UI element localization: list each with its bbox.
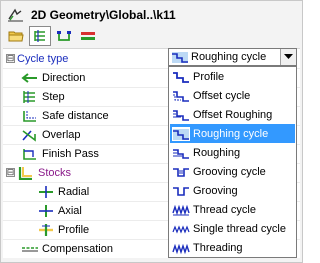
tree-row-compensation[interactable]: Compensation bbox=[21, 239, 113, 258]
dropdown-option-label: Offset cycle bbox=[193, 89, 251, 102]
dropdown-option-label: Threading bbox=[193, 241, 243, 254]
stocks-icon bbox=[18, 166, 32, 180]
tree-row-overlap[interactable]: Overlap bbox=[21, 125, 81, 144]
dropdown-option-grooving[interactable]: Grooving bbox=[170, 181, 295, 200]
title-bar: 2D Geometry\Global..\k11 bbox=[5, 5, 299, 25]
dropdown-option-offset-cycle[interactable]: Offset cycle bbox=[170, 86, 295, 105]
roughing-cycle-icon bbox=[172, 126, 190, 141]
tree-item-label: Profile bbox=[58, 223, 90, 236]
compensation-icon bbox=[22, 246, 38, 251]
dropdown-option-roughing-cycle[interactable]: Roughing cycle bbox=[170, 124, 295, 143]
tree-row-radial[interactable]: Radial bbox=[37, 182, 89, 201]
dropdown-option-label: Roughing bbox=[193, 146, 241, 159]
cycle-type-dropdown-list: Profile Offset cycle Offset Roughing Rou… bbox=[168, 66, 297, 258]
collapse-icon[interactable]: ⊟ bbox=[6, 168, 15, 177]
collapse-icon[interactable]: ⊟ bbox=[6, 54, 15, 63]
single-thread-cycle-icon bbox=[172, 224, 190, 234]
dropdown-option-roughing[interactable]: Roughing bbox=[170, 143, 295, 162]
tree-item-label: Overlap bbox=[42, 128, 81, 141]
dropdown-arrow-button[interactable] bbox=[280, 49, 296, 65]
tool-button[interactable] bbox=[77, 26, 99, 46]
radial-icon bbox=[39, 185, 53, 198]
offset-cycle-icon bbox=[173, 90, 189, 102]
thread-cycle-icon bbox=[172, 204, 190, 215]
dropdown-option-label: Single thread cycle bbox=[193, 222, 286, 235]
tree-item-label: Compensation bbox=[42, 242, 113, 255]
folder-button[interactable] bbox=[5, 26, 27, 46]
dropdown-option-label: Offset Roughing bbox=[193, 108, 273, 121]
toolbar bbox=[5, 26, 99, 46]
grooving-icon bbox=[173, 186, 189, 196]
combo-selected-value: Roughing cycle bbox=[191, 51, 267, 63]
tree-row-direction[interactable]: Direction bbox=[21, 68, 85, 87]
contour-icon bbox=[57, 31, 71, 41]
finish-pass-icon bbox=[23, 148, 36, 160]
dropdown-option-label: Roughing cycle bbox=[193, 127, 269, 140]
tree-row-cycle-type[interactable]: ⊟ Cycle type bbox=[6, 49, 68, 68]
tree-row-profile[interactable]: Profile bbox=[37, 220, 89, 239]
tree-item-label: Finish Pass bbox=[42, 147, 99, 160]
tree-row-step[interactable]: Step bbox=[21, 87, 65, 106]
dropdown-option-label: Profile bbox=[193, 70, 225, 83]
dropdown-option-label: Thread cycle bbox=[193, 203, 256, 216]
overlap-icon bbox=[22, 129, 36, 142]
cycle-type-combobox[interactable]: Roughing cycle bbox=[168, 48, 297, 66]
tree-row-finish-pass[interactable]: Finish Pass bbox=[21, 144, 99, 163]
tree-item-label: Step bbox=[42, 90, 65, 103]
dropdown-option-profile[interactable]: Profile bbox=[170, 67, 295, 86]
grooving-cycle-icon bbox=[173, 167, 189, 177]
profile-cycle-icon bbox=[173, 71, 189, 83]
window-title: 2D Geometry\Global..\k11 bbox=[31, 8, 176, 22]
dropdown-option-grooving-cycle[interactable]: Grooving cycle bbox=[170, 162, 295, 181]
parameters-button[interactable] bbox=[29, 26, 51, 46]
roughing-icon bbox=[173, 148, 189, 159]
roughing-cycle-icon bbox=[172, 52, 188, 63]
tree-item-label: Radial bbox=[58, 185, 90, 198]
dropdown-option-label: Grooving bbox=[193, 184, 238, 197]
axial-icon bbox=[39, 204, 53, 217]
contour-button[interactable] bbox=[53, 26, 75, 46]
dropdown-option-label: Grooving cycle bbox=[193, 165, 266, 178]
cycle-type-label: Cycle type bbox=[17, 52, 69, 65]
folder-icon bbox=[8, 31, 24, 42]
tree-row-stocks[interactable]: ⊟ Stocks bbox=[6, 163, 71, 182]
dropdown-option-single-thread-cycle[interactable]: Single thread cycle bbox=[170, 219, 295, 238]
profile-icon bbox=[39, 223, 53, 236]
geometry-panel: 2D Geometry\Global..\k11 ⊟ Cycle type Di… bbox=[0, 0, 303, 263]
tree-item-label: Safe distance bbox=[42, 109, 109, 122]
tree-row-axial[interactable]: Axial bbox=[37, 201, 82, 220]
safe-distance-icon bbox=[23, 110, 36, 122]
dropdown-option-offset-roughing[interactable]: Offset Roughing bbox=[170, 105, 295, 124]
offset-roughing-icon bbox=[173, 109, 189, 121]
dropdown-option-threading[interactable]: Threading bbox=[170, 238, 295, 257]
threading-icon bbox=[172, 243, 190, 254]
tree-item-label: Stocks bbox=[38, 166, 72, 179]
tree-row-safe-distance[interactable]: Safe distance bbox=[21, 106, 109, 125]
tool-icon bbox=[81, 32, 95, 40]
geometry-icon bbox=[8, 8, 23, 22]
step-icon bbox=[23, 90, 35, 103]
tree-item-label: Direction bbox=[42, 71, 86, 84]
tree-item-label: Axial bbox=[58, 204, 82, 217]
direction-icon bbox=[21, 72, 37, 83]
dropdown-option-thread-cycle[interactable]: Thread cycle bbox=[170, 200, 295, 219]
chevron-down-icon bbox=[284, 54, 293, 59]
parameters-icon bbox=[34, 30, 45, 42]
